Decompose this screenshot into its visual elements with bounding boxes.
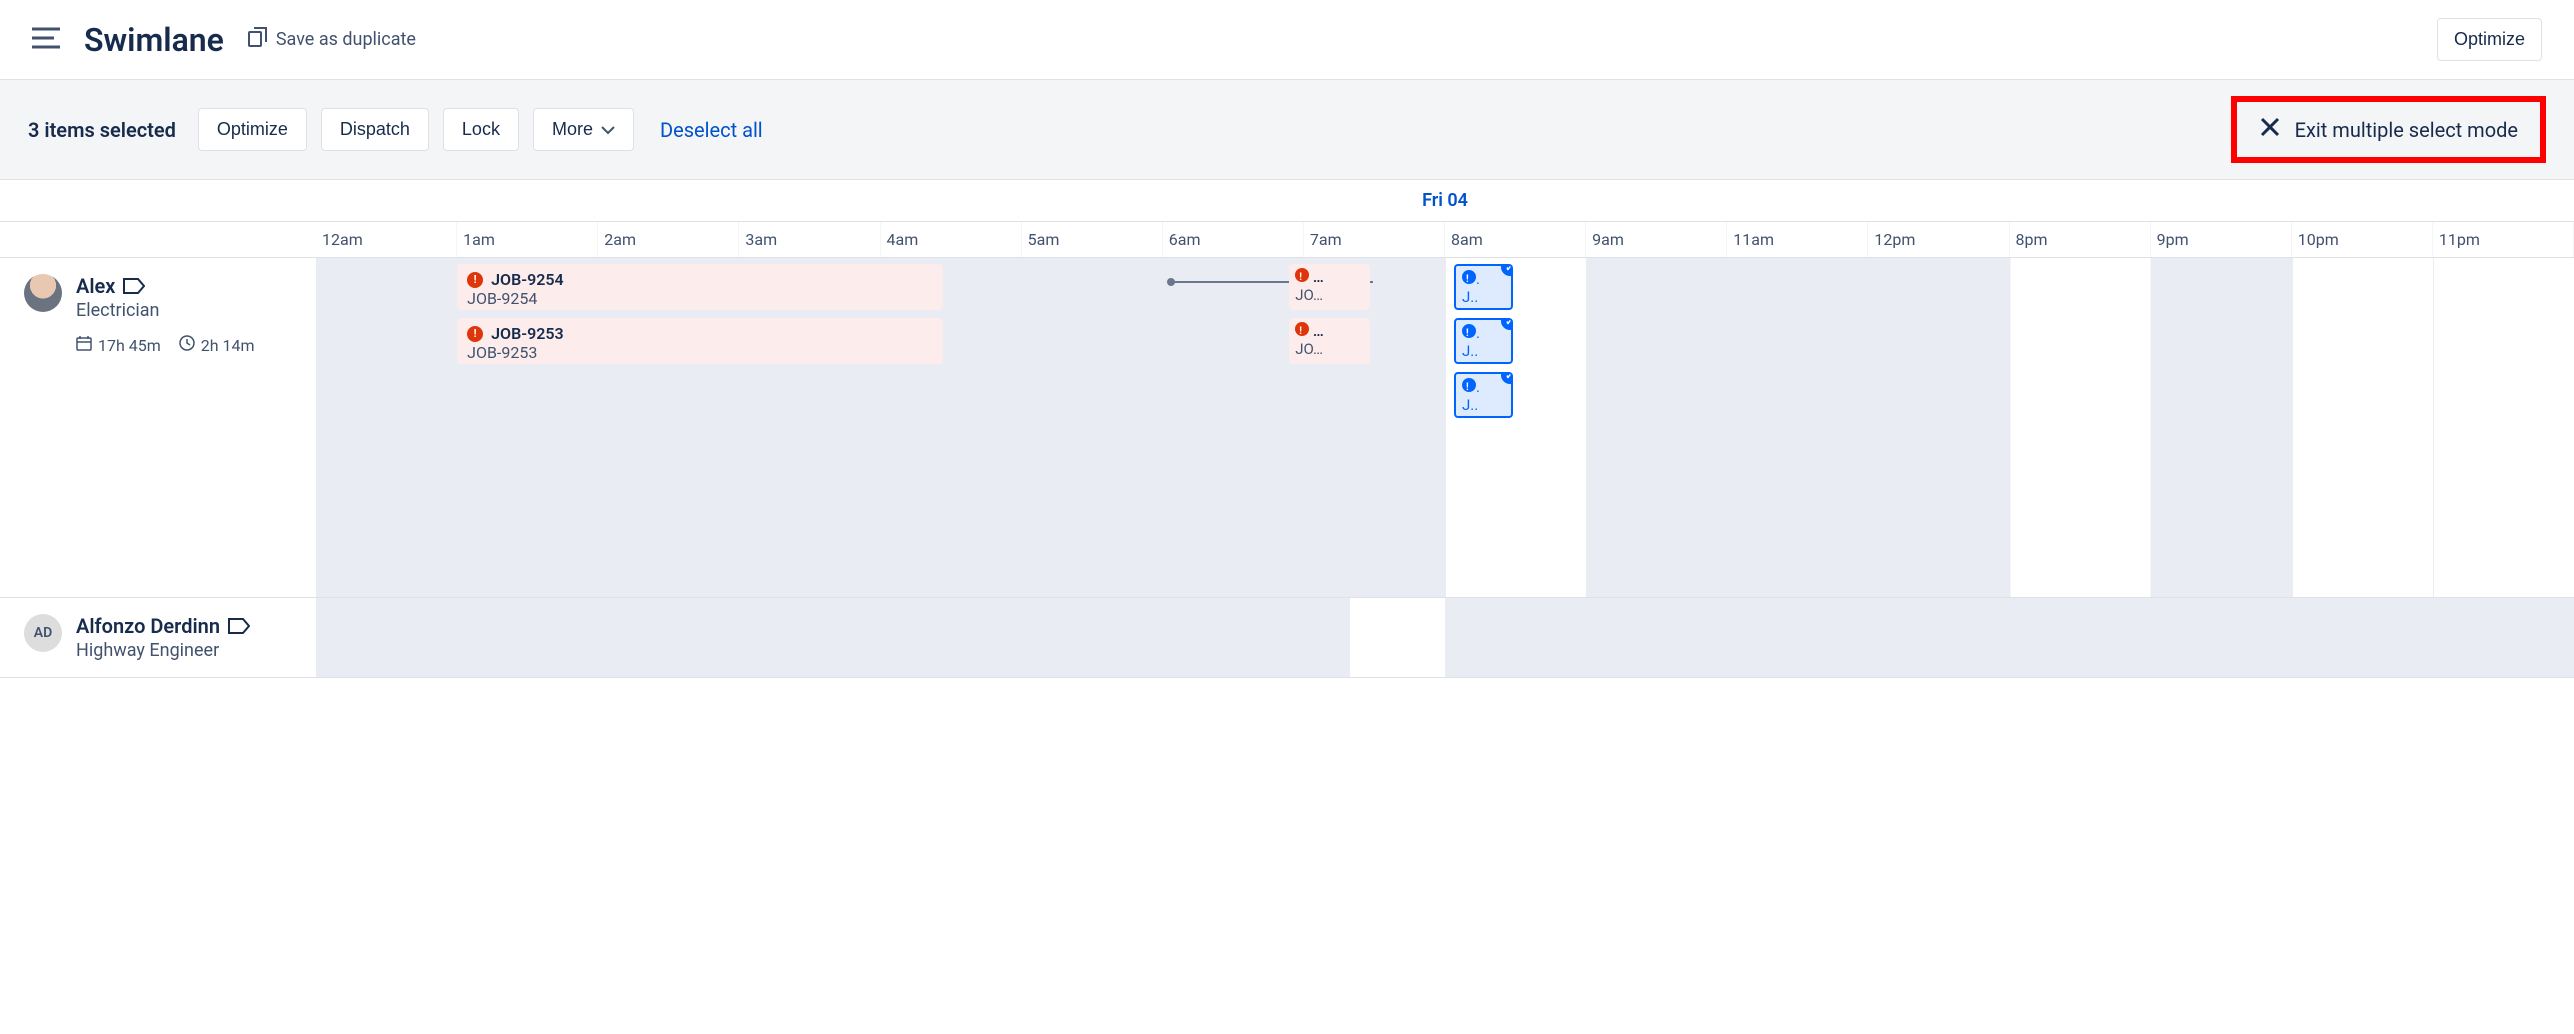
page-title: Swimlane [84,21,224,59]
resource-sidebar: AD Alfonzo Derdinn Highway Engineer [0,598,316,677]
alert-icon [1462,324,1476,338]
job-short-label: J.. [1462,342,1505,360]
job-ellipsis: … [1313,268,1324,286]
hour-cell: 6am [1163,222,1304,257]
optimize-button[interactable]: Optimize [2437,18,2542,61]
tag-icon [123,278,145,294]
alert-icon [467,326,483,342]
chevron-down-icon [601,119,615,140]
job-card-selected[interactable]: . J.. [1454,372,1513,418]
job-subtitle: JO… [1295,340,1364,358]
hour-cell: 10pm [2292,222,2433,257]
menu-icon[interactable] [32,27,60,53]
job-subtitle: JOB-9253 [467,343,932,362]
resource-meta: 17h 45m 2h 14m [76,335,255,355]
selection-bar: 3 items selected Optimize Dispatch Lock … [0,80,2574,180]
date-header-row: Fri 04 [0,180,2574,222]
bulk-lock-button[interactable]: Lock [443,108,519,151]
swimlane-grid[interactable] [316,598,2574,677]
deselect-all-link[interactable]: Deselect all [660,118,763,142]
job-short-label: J.. [1462,396,1505,414]
swimlane-row: Alex Electrician 17h 45m [0,258,2574,598]
resource-name[interactable]: Alex [76,274,255,298]
alert-icon [1462,378,1476,392]
job-card[interactable]: … JO… [1289,264,1370,310]
calendar-icon [76,335,92,355]
exit-multiple-select-label: Exit multiple select mode [2295,118,2518,142]
avatar-initials: AD [34,625,52,641]
job-subtitle: JO… [1295,286,1364,304]
swimlane-row: AD Alfonzo Derdinn Highway Engineer [0,598,2574,678]
tag-icon [228,618,250,634]
hour-cell: 5am [1022,222,1163,257]
alert-icon [467,272,483,288]
resource-name[interactable]: Alfonzo Derdinn [76,614,250,638]
hours-header-row: 12am 1am 2am 3am 4am 5am 6am 7am 8am 9am… [0,222,2574,258]
duplicate-icon [248,27,268,52]
timeline: Fri 04 12am 1am 2am 3am 4am 5am 6am 7am … [0,180,2574,678]
swimlane-grid[interactable]: JOB-9254 JOB-9254 JOB-9253 JOB-9253 … JO… [316,258,2574,597]
job-card-selected[interactable]: . J.. [1454,318,1513,364]
bulk-more-button[interactable]: More [533,108,634,151]
job-title: JOB-9253 [491,324,564,343]
job-card[interactable]: … JO… [1289,318,1370,364]
job-card-selected[interactable]: . J.. [1454,264,1513,310]
resource-role: Highway Engineer [76,640,250,661]
save-as-duplicate-label: Save as duplicate [276,29,416,50]
job-short-label: J.. [1462,288,1505,306]
hour-cell: 4am [881,222,1022,257]
job-dot-label: . [1476,324,1480,342]
hour-cell: 3am [739,222,880,257]
hour-cell: 8am [1445,222,1586,257]
bulk-optimize-button[interactable]: Optimize [198,108,307,151]
job-subtitle: JOB-9254 [467,289,932,308]
alert-icon [1462,270,1476,284]
selection-count: 3 items selected [28,118,176,142]
alert-icon [1295,268,1309,282]
resource-name-label: Alex [76,274,115,298]
hour-cell: 2am [598,222,739,257]
hour-cell: 9am [1586,222,1727,257]
avatar[interactable] [24,274,62,312]
meta-duration-2: 2h 14m [179,335,255,355]
hours-cells: 12am 1am 2am 3am 4am 5am 6am 7am 8am 9am… [316,222,2574,257]
save-as-duplicate-button[interactable]: Save as duplicate [248,27,416,52]
hour-cell: 12pm [1868,222,2009,257]
job-ellipsis: … [1313,322,1324,340]
clock-icon [179,335,195,355]
alert-icon [1295,322,1309,336]
resource-name-label: Alfonzo Derdinn [76,614,220,638]
job-card[interactable]: JOB-9254 JOB-9254 [457,264,942,310]
hour-cell: 1am [457,222,598,257]
exit-multiple-select-button[interactable]: Exit multiple select mode [2231,96,2546,163]
hour-cell: 11am [1727,222,1868,257]
app-header: Swimlane Save as duplicate Optimize [0,0,2574,80]
resource-sidebar: Alex Electrician 17h 45m [0,258,316,597]
meta-duration-1: 17h 45m [76,335,161,355]
hour-cell: 11pm [2433,222,2574,257]
hour-cell: 8pm [2010,222,2151,257]
more-label: More [552,119,593,140]
close-icon [2259,116,2281,143]
job-card[interactable]: JOB-9253 JOB-9253 [457,318,942,364]
date-label: Fri 04 [316,180,2574,221]
avatar[interactable]: AD [24,614,62,652]
meta-duration-2-value: 2h 14m [201,336,255,355]
meta-duration-1-value: 17h 45m [98,336,161,355]
job-title: JOB-9254 [491,270,564,289]
job-dot-label: . [1476,378,1480,396]
resource-role: Electrician [76,300,255,321]
bulk-dispatch-button[interactable]: Dispatch [321,108,429,151]
job-dot-label: . [1476,270,1480,288]
hour-cell: 9pm [2151,222,2292,257]
hour-cell: 12am [316,222,457,257]
hour-cell: 7am [1304,222,1445,257]
